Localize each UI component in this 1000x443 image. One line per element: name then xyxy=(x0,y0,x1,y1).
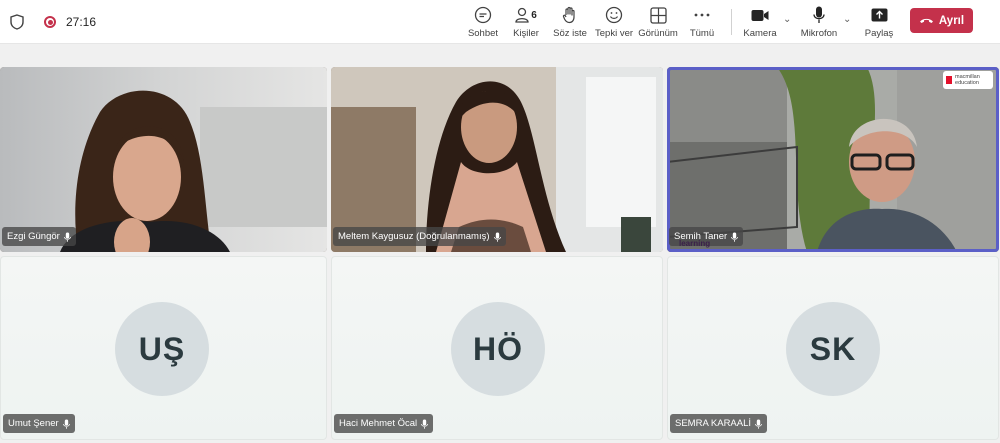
overlay-text: learning xyxy=(679,239,711,248)
camera-label: Kamera xyxy=(743,28,777,39)
mic-options-chevron-icon[interactable]: ⌄ xyxy=(843,14,851,25)
recording-icon xyxy=(44,16,56,28)
participant-name-tag: Haci Mehmet Öcal xyxy=(334,414,434,433)
camera-icon xyxy=(751,4,769,26)
chat-label: Sohbet xyxy=(467,28,499,39)
participant-name: SEMRA KARAALİ xyxy=(675,418,752,429)
participant-tile-umut[interactable]: UŞ Umut Şener xyxy=(0,256,327,440)
logo-text: macmillan education xyxy=(955,74,980,86)
grid-view-icon xyxy=(649,4,667,26)
participant-tile-semih[interactable]: macmillan education Semih Taner learning xyxy=(667,67,999,252)
avatar: HÖ xyxy=(451,302,545,396)
hand-icon xyxy=(562,4,578,26)
macmillan-logo-mark xyxy=(946,76,953,84)
chat-icon xyxy=(474,4,492,26)
more-icon xyxy=(694,4,710,26)
participant-tile-haci[interactable]: HÖ Haci Mehmet Öcal xyxy=(331,256,663,440)
participant-video xyxy=(331,67,663,252)
mic-muted-icon xyxy=(421,419,429,429)
participant-tile-meltem[interactable]: Meltem Kaygusuz (Doğrulanmamış) xyxy=(331,67,663,252)
avatar: SK xyxy=(786,302,880,396)
participant-name-tag: Ezgi Güngör xyxy=(2,227,76,246)
view-button[interactable]: Görünüm xyxy=(638,4,678,42)
people-count: 6 xyxy=(531,9,537,21)
react-label: Tepki ver xyxy=(595,28,634,39)
leave-button[interactable]: Ayrıl xyxy=(910,8,973,33)
smiley-icon xyxy=(605,4,623,26)
shield-icon[interactable] xyxy=(10,14,24,30)
chat-button[interactable]: Sohbet xyxy=(466,4,500,42)
leave-label: Ayrıl xyxy=(938,14,965,27)
hang-up-icon xyxy=(919,18,933,23)
mic-muted-icon xyxy=(731,232,739,242)
people-button[interactable]: 6 Kişiler xyxy=(511,4,541,42)
participant-tile-semra[interactable]: SK SEMRA KARAALİ xyxy=(667,256,999,440)
participant-name-tag: Meltem Kaygusuz (Doğrulanmamış) xyxy=(333,227,506,246)
mic-muted-icon xyxy=(62,419,70,429)
toolbar-divider xyxy=(731,9,732,35)
share-icon xyxy=(871,4,888,26)
participant-name: Umut Şener xyxy=(8,418,59,429)
macmillan-logo: macmillan education xyxy=(943,71,993,89)
mic-muted-icon xyxy=(493,232,501,242)
meeting-timer: 27:16 xyxy=(66,15,97,29)
more-label: Tümü xyxy=(689,28,715,39)
view-label: Görünüm xyxy=(638,28,678,39)
raise-hand-button[interactable]: Söz iste xyxy=(553,4,587,42)
meeting-toolbar: 27:16 Sohbet 6 Kişiler Söz iste Tepki ve… xyxy=(0,0,1000,44)
people-icon-wrap: 6 xyxy=(515,4,537,26)
participant-video xyxy=(0,67,327,252)
react-button[interactable]: Tepki ver xyxy=(595,4,634,42)
microphone-icon xyxy=(813,4,825,26)
camera-button[interactable]: Kamera xyxy=(743,4,777,42)
participant-name: Ezgi Güngör xyxy=(7,231,60,242)
raise-hand-label: Söz iste xyxy=(553,28,587,39)
participant-tile-ezgi[interactable]: Ezgi Güngör xyxy=(0,67,327,252)
camera-options-chevron-icon[interactable]: ⌄ xyxy=(783,14,791,25)
share-button[interactable]: Paylaş xyxy=(864,4,894,42)
mic-button[interactable]: Mikrofon xyxy=(800,4,838,42)
meeting-info: 27:16 xyxy=(10,0,96,44)
people-icon xyxy=(515,7,529,23)
mic-label: Mikrofon xyxy=(800,28,838,39)
participant-video xyxy=(667,67,999,252)
avatar: UŞ xyxy=(115,302,209,396)
participant-name-tag: Umut Şener xyxy=(3,414,75,433)
share-label: Paylaş xyxy=(864,28,894,39)
participant-name: Meltem Kaygusuz (Doğrulanmamış) xyxy=(338,231,490,242)
more-button[interactable]: Tümü xyxy=(689,4,715,42)
participant-name-tag: SEMRA KARAALİ xyxy=(670,414,768,433)
people-label: Kişiler xyxy=(513,28,539,39)
participant-name: Haci Mehmet Öcal xyxy=(339,418,418,429)
mic-muted-icon xyxy=(755,419,762,429)
mic-muted-icon xyxy=(63,232,71,242)
